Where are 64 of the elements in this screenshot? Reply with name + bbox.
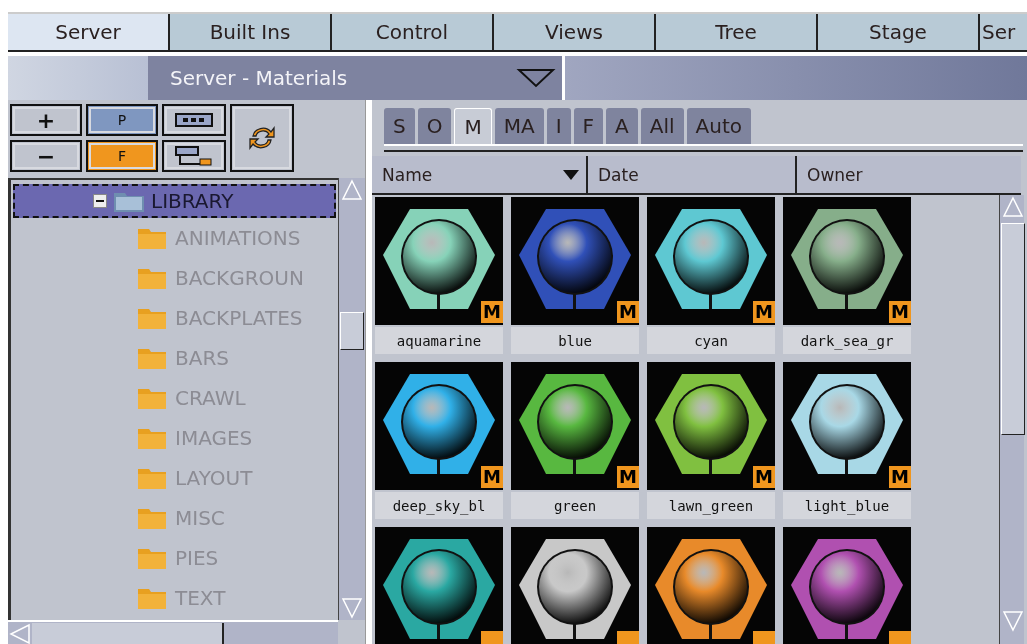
tab[interactable]: S — [384, 108, 415, 144]
horizontal-scrollbar[interactable] — [8, 620, 338, 644]
material-badge: M — [753, 301, 775, 323]
folder-icon — [137, 466, 167, 490]
material-name: lawn_green — [647, 492, 775, 519]
material-name: blue — [511, 327, 639, 354]
tab[interactable]: A — [606, 108, 638, 144]
folder-icon — [137, 306, 167, 330]
tree-view-icon — [174, 145, 214, 167]
tab[interactable]: Control — [332, 14, 494, 50]
dropdown-arrow-icon — [516, 67, 556, 89]
folder-icon — [137, 546, 167, 570]
material-badge: M — [617, 466, 639, 488]
column-header[interactable]: Owner — [797, 156, 1021, 193]
material-badge: M — [889, 301, 911, 323]
material-badge: M — [481, 466, 503, 488]
list-view-icon — [174, 112, 214, 128]
folder-icon — [137, 266, 167, 290]
remove-button[interactable]: − — [10, 140, 82, 172]
new-folder-button[interactable]: F — [86, 140, 158, 172]
tab[interactable]: O — [417, 108, 452, 144]
tab[interactable]: Built Ins — [170, 14, 332, 50]
material-name: deep_sky_bl — [375, 492, 503, 519]
folder-icon — [137, 386, 167, 410]
tab[interactable]: Stage — [818, 14, 980, 50]
tab[interactable]: Server — [8, 14, 170, 50]
column-header[interactable]: Name — [372, 156, 588, 193]
material-name: aquamarine — [375, 327, 503, 354]
tab[interactable]: I — [546, 108, 571, 144]
material-name: light_blue — [783, 492, 911, 519]
folder-icon — [137, 506, 167, 530]
folder-icon — [137, 346, 167, 370]
folder-icon — [137, 586, 167, 610]
folder-icon — [137, 226, 167, 250]
list-view-button[interactable] — [162, 104, 226, 136]
new-page-button[interactable]: P — [86, 104, 158, 136]
material-name: cyan — [647, 327, 775, 354]
tree-view-button[interactable] — [162, 140, 226, 172]
tab[interactable]: Ser — [980, 14, 1027, 50]
column-header-label: Date — [598, 164, 639, 185]
material-badge: M — [481, 301, 503, 323]
material-name: green — [511, 492, 639, 519]
column-header[interactable]: Date — [588, 156, 797, 193]
tab[interactable]: Tree — [656, 14, 818, 50]
tree-item[interactable]: LIBRARY — [13, 184, 336, 218]
dropdown[interactable]: Server - Materials — [148, 56, 565, 100]
add-button[interactable]: + — [10, 104, 82, 136]
material-badge: M — [617, 301, 639, 323]
tab[interactable]: M — [454, 108, 492, 144]
material-name: dark_sea_gr — [783, 327, 911, 354]
refresh-button[interactable] — [230, 104, 294, 172]
material-badge: M — [753, 466, 775, 488]
material-badge: M — [889, 466, 911, 488]
tab[interactable]: F — [573, 108, 604, 144]
collapse-icon[interactable] — [93, 194, 107, 208]
tab[interactable]: All — [640, 108, 684, 144]
column-header-label: Owner — [807, 164, 863, 185]
column-header-label: Name — [382, 164, 433, 185]
tab[interactable]: MA — [494, 108, 544, 144]
folder-icon — [137, 426, 167, 450]
tab[interactable]: Views — [494, 14, 656, 50]
tab[interactable]: Auto — [686, 108, 751, 144]
scrollbar-thumb[interactable] — [32, 623, 224, 644]
tree-item-label: LIBRARY — [151, 189, 234, 213]
